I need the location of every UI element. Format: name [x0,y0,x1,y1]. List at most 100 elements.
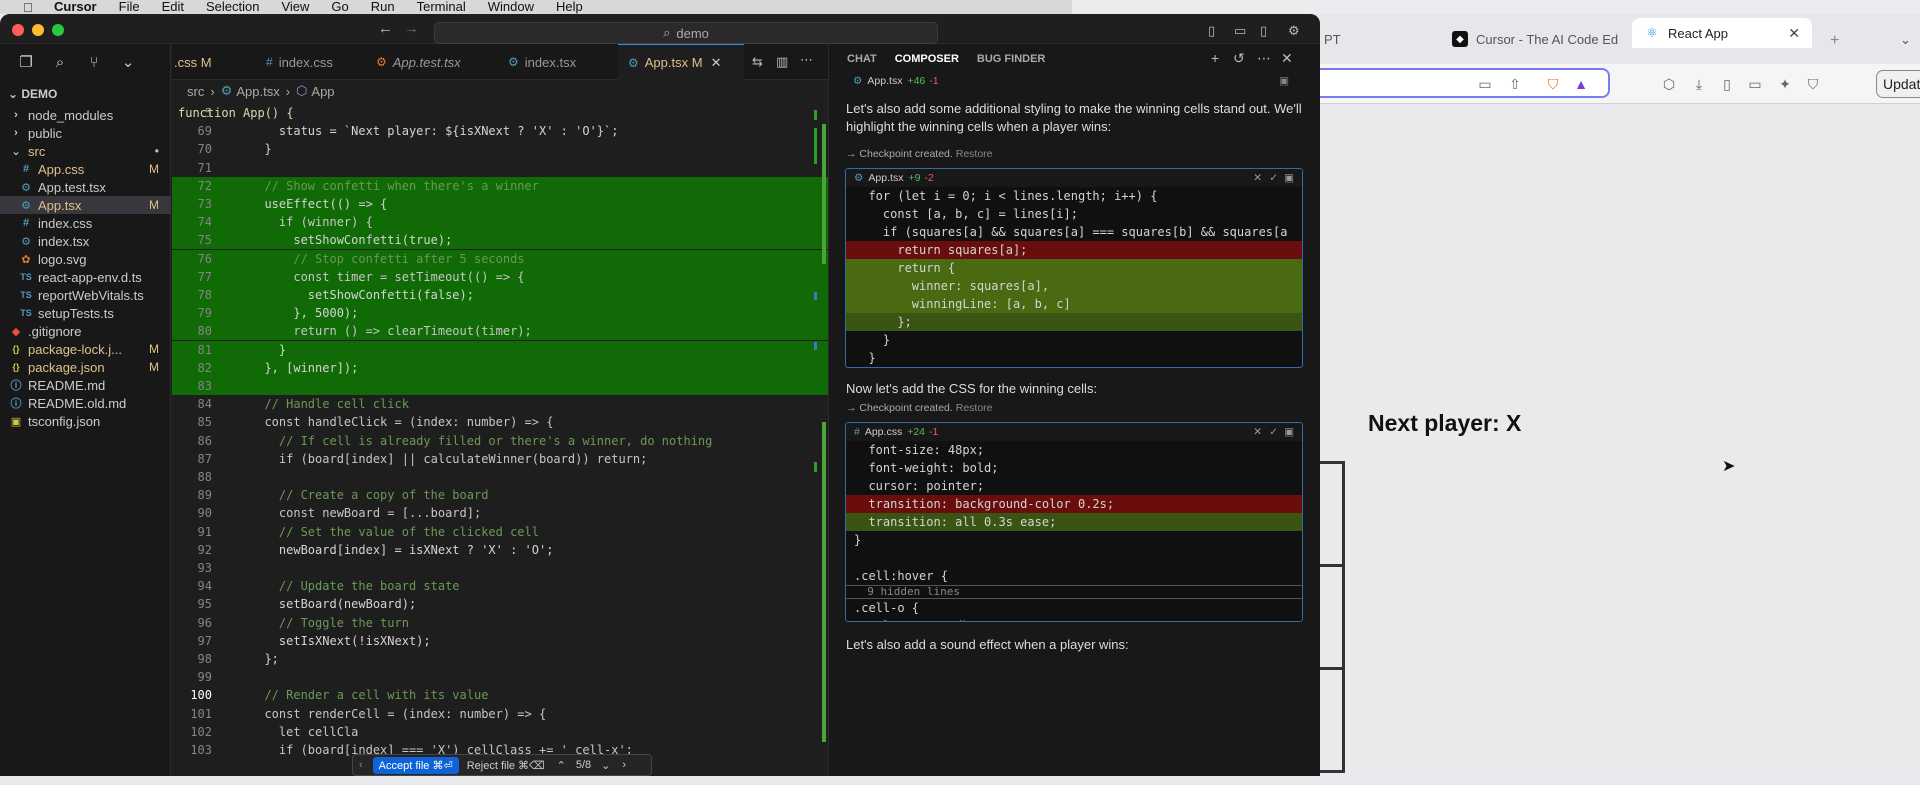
explorer-item[interactable]: {} package-lock.j... M [0,340,171,358]
update-button[interactable]: Update [1876,70,1920,98]
tab-bug-finder[interactable]: BUG FINDER [977,45,1045,73]
more-actions-icon[interactable]: ⋯ [800,52,813,68]
files-icon[interactable]: ❐ [18,54,34,71]
menu-window[interactable]: Window [488,0,534,14]
tab-app-css[interactable]: .css M [172,44,242,80]
code-line[interactable]: 85 const handleClick = (index: number) =… [172,413,828,431]
tab-chat[interactable]: CHAT [847,45,877,73]
code-line[interactable]: 101 const renderCell = (index: number) =… [172,705,828,723]
code-line[interactable]: 72 // Show confetti when there's a winne… [172,176,828,195]
explorer-item[interactable]: TS react-app-env.d.ts [0,268,171,286]
open-changes-icon[interactable]: ⇆ [752,54,763,70]
accept-file-button[interactable]: Accept file ⌘⏎ [372,756,459,774]
breadcrumb-file[interactable]: App.tsx [236,84,279,99]
code-line[interactable]: 92 newBoard[index] = isXNext ? 'X' : 'O'… [172,541,828,559]
explorer-item[interactable]: ⌄ src • [0,142,171,160]
toggle-sidebar-icon[interactable]: ▯ [1208,23,1215,39]
minimize-window-button[interactable] [32,24,44,36]
code-line[interactable]: 80 return () => clearTimeout(timer); [172,322,828,341]
code-line[interactable]: 86 // If cell is already filled or there… [172,432,828,450]
menu-app-name[interactable]: Cursor [54,0,97,14]
explorer-item[interactable]: ⚙ App.tsx M [0,196,171,214]
menu-run[interactable]: Run [371,0,395,14]
new-tab-icon[interactable]: + [1830,32,1839,50]
code-line[interactable]: 94 // Update the board state [172,577,828,595]
code-line[interactable]: 100 // Render a cell with its value [172,686,828,704]
expand-icon[interactable]: ▣ [1279,75,1289,87]
sidebar-icon[interactable]: ▯ [1718,76,1736,92]
code-line[interactable]: 70 } [172,140,828,158]
explorer-item[interactable]: ▣ tsconfig.json [0,412,171,430]
explorer-item[interactable]: TS reportWebVitals.ts [0,286,171,304]
split-editor-icon[interactable]: ▥ [776,54,788,70]
diff-header[interactable]: ⚙ App.tsx +9 -2 ✕ ✓ ▣ [846,169,1302,187]
menu-help[interactable]: Help [556,0,583,14]
share-icon[interactable]: ⇧ [1506,76,1524,92]
code-line[interactable]: 91 // Set the value of the clicked cell [172,523,828,541]
code-line[interactable]: 73 useEffect(() => { [172,195,828,213]
explorer-item[interactable]: ⚙ index.tsx [0,232,171,250]
code-line[interactable]: 102 let cellCla [172,723,828,741]
accept-check-icon[interactable]: ✓ [1269,172,1278,184]
vpn-icon[interactable]: ⛉ [1804,76,1822,92]
settings-gear-icon[interactable]: ⚙ [1288,23,1300,39]
explorer-item[interactable]: ✿ logo.svg [0,250,171,268]
code-line[interactable]: 81 } [172,340,828,359]
leo-icon[interactable]: ✦ [1776,76,1794,92]
forward-arrow-icon[interactable]: → [404,20,419,37]
explorer-item[interactable]: › public [0,124,171,142]
search-icon[interactable]: ⌕ [52,54,68,71]
brave-rewards-icon[interactable]: ▲ [1572,76,1590,92]
browser-tab-chatgpt[interactable]: PT [1324,24,1384,54]
tab-list-icon[interactable]: ⌄ [1900,32,1911,48]
tab-composer[interactable]: COMPOSER [894,45,959,74]
chevron-down-icon[interactable]: ⌄ [120,54,136,71]
code-line[interactable]: 71 [172,159,828,177]
code-line[interactable]: 77 const timer = setTimeout(() => { [172,267,828,286]
toggle-secondary-sidebar-icon[interactable]: ▯ [1260,23,1267,39]
scroll-decorations[interactable] [814,102,828,776]
accept-check-icon[interactable]: ✓ [1269,426,1278,438]
restore-link[interactable]: Restore [956,402,993,414]
menu-go[interactable]: Go [331,0,348,14]
expand-icon[interactable]: ▣ [1284,426,1294,438]
explorer-item[interactable]: # index.css [0,214,171,232]
code-line[interactable]: 96 // Toggle the turn [172,614,828,632]
explorer-item[interactable]: ⚙ App.test.tsx [0,178,171,196]
chevron-down-icon[interactable]: ⌄ [601,759,610,772]
brave-shield-icon[interactable]: ⛉ [1544,76,1562,92]
code-line[interactable]: 74 if (winner) { [172,213,828,232]
code-line[interactable]: 99 [172,668,828,686]
explorer-item[interactable]: # App.css M [0,160,171,178]
wallet-icon[interactable]: ▭ [1746,76,1764,92]
extensions-icon[interactable]: ⬡ [1660,76,1678,92]
chevron-right-icon[interactable]: › [622,759,626,771]
zoom-window-button[interactable] [52,24,64,36]
restore-link[interactable]: Restore [956,148,993,160]
code-line[interactable]: 89 // Create a copy of the board [172,486,828,504]
tab-app-test-tsx[interactable]: ⚙ App.test.tsx [362,44,482,80]
code-editor[interactable]: 5 function App() {69 status = `Next playe… [172,102,828,776]
code-line[interactable]: 83 [172,377,828,395]
menu-edit[interactable]: Edit [162,0,184,14]
code-line[interactable]: 69 status = `Next player: ${isXNext ? 'X… [172,122,828,140]
menu-view[interactable]: View [281,0,309,14]
download-icon[interactable]: ⤓ [1690,76,1708,92]
menu-terminal[interactable]: Terminal [417,0,466,14]
back-arrow-icon[interactable]: ← [378,20,393,37]
code-line[interactable]: 76 // Stop confetti after 5 seconds [172,249,828,268]
close-window-button[interactable] [12,24,24,36]
code-line[interactable]: 98 }; [172,650,828,668]
code-line[interactable]: 78 setShowConfetti(false); [172,286,828,304]
code-line[interactable]: 5 function App() { [172,104,828,122]
menu-file[interactable]: File [119,0,140,14]
code-line[interactable]: 84 // Handle cell click [172,395,828,413]
code-line[interactable]: 97 setIsXNext(!isXNext); [172,632,828,650]
close-panel-icon[interactable]: ✕ [1281,50,1293,67]
explorer-item[interactable]: {} package.json M [0,358,171,376]
chevron-up-icon[interactable]: ⌃ [557,759,566,772]
toggle-panel-icon[interactable]: ▭ [1234,23,1246,39]
code-line[interactable]: 75 setShowConfetti(true); [172,231,828,250]
tab-app-tsx[interactable]: ⚙ App.tsx M ✕ [618,44,744,80]
explorer-item[interactable]: TS setupTests.ts [0,304,171,322]
